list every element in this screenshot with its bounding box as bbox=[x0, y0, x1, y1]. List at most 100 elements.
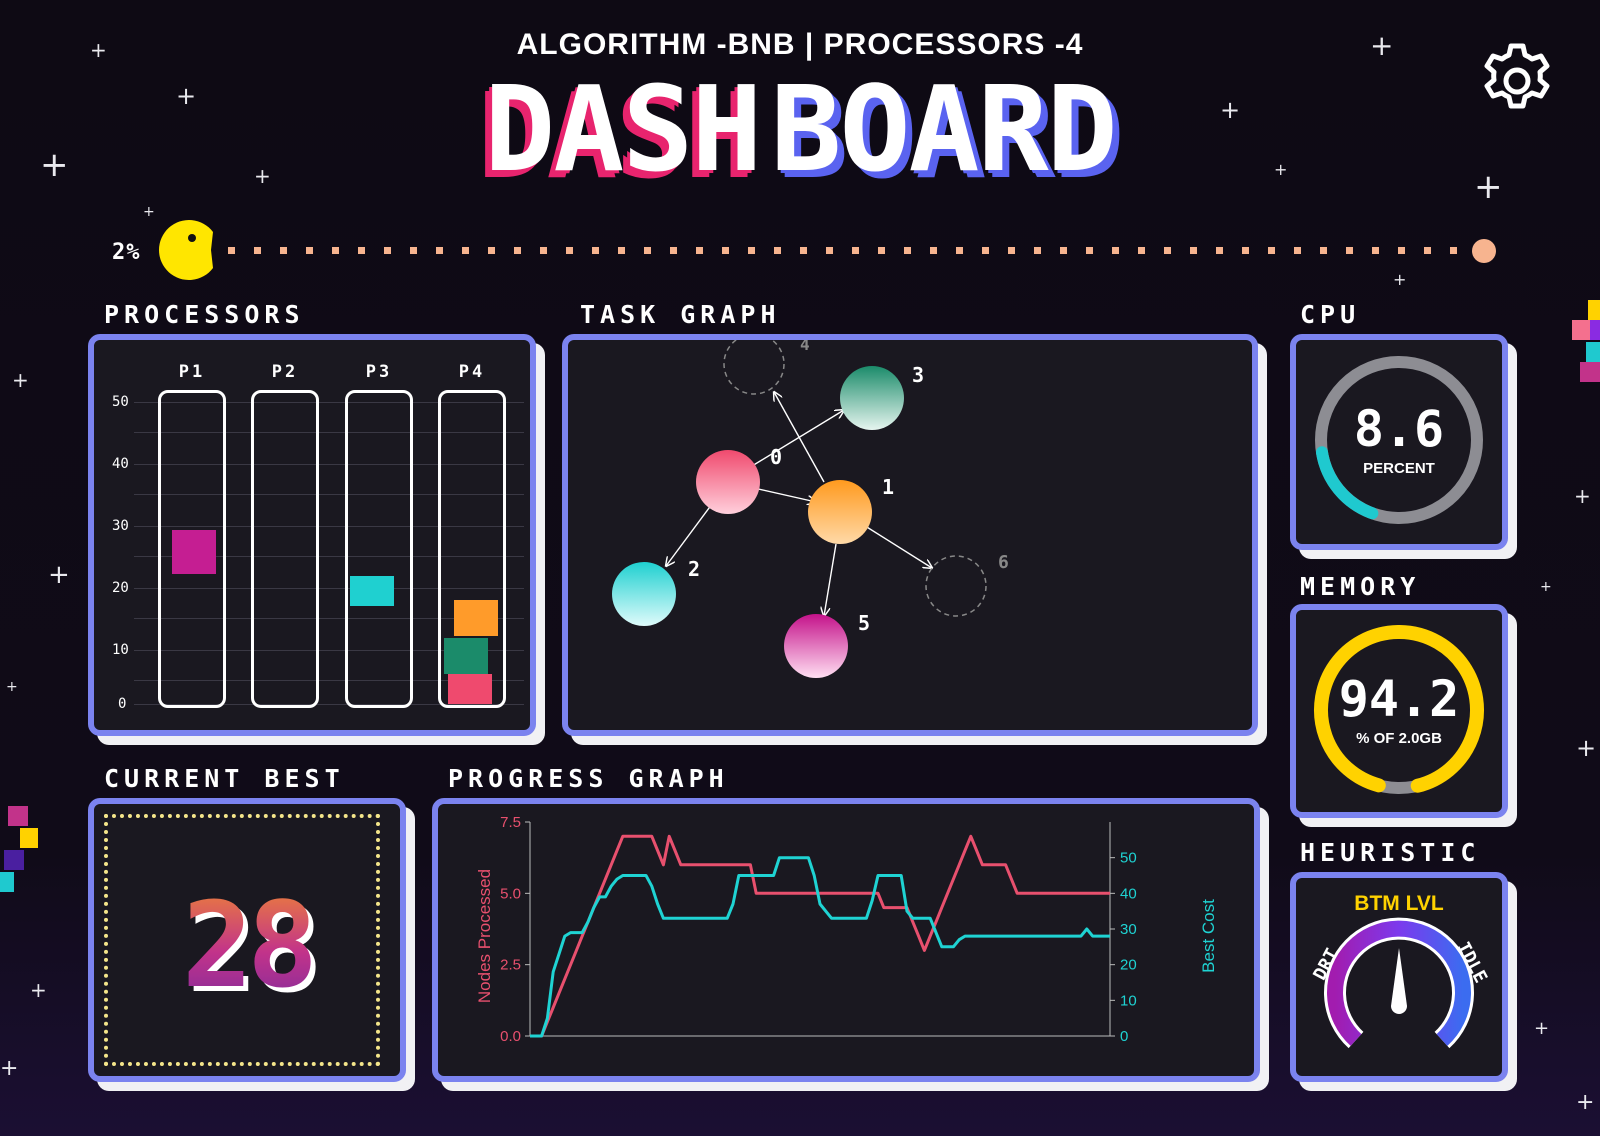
task-graph-label: TASK GRAPH bbox=[580, 300, 781, 329]
progress-dot bbox=[1294, 247, 1301, 254]
progress-dot bbox=[982, 247, 989, 254]
progress-dot bbox=[358, 247, 365, 254]
current-best-panel: 28 bbox=[88, 798, 406, 1082]
processors-label: PROCESSORS bbox=[104, 300, 305, 329]
y2-tick-label: 30 bbox=[1120, 921, 1137, 938]
y2-tick-label: 20 bbox=[1120, 957, 1137, 974]
cpu-value: 8.6 bbox=[1353, 400, 1445, 458]
task-node-3 bbox=[840, 366, 904, 430]
progress-dot bbox=[800, 247, 807, 254]
progress-dot bbox=[306, 247, 313, 254]
progress-dot bbox=[956, 247, 963, 254]
y-tick-label: 0.0 bbox=[500, 1028, 521, 1045]
task-node-label: 6 bbox=[998, 552, 1009, 573]
task-node-2 bbox=[612, 562, 676, 626]
heuristic-label: HEURISTIC bbox=[1300, 838, 1481, 867]
progress-dot bbox=[1190, 247, 1197, 254]
y2-axis-label: Best Cost bbox=[1199, 899, 1218, 973]
progress-dot bbox=[410, 247, 417, 254]
progress-dot bbox=[1086, 247, 1093, 254]
progress-dot bbox=[1034, 247, 1041, 254]
processor-column-p2 bbox=[251, 390, 319, 708]
y-tick: 20 bbox=[112, 580, 129, 596]
sparkle-decoration: + bbox=[12, 368, 29, 392]
algorithm-subtitle: ALGORITHM -BNB | PROCESSORS -4 bbox=[516, 28, 1084, 61]
task-node-4 bbox=[723, 340, 785, 395]
y-tick: 30 bbox=[112, 518, 129, 534]
progress-dot bbox=[618, 247, 625, 254]
pacman-icon bbox=[159, 220, 213, 280]
progress-dot bbox=[670, 247, 677, 254]
task-block bbox=[350, 576, 394, 606]
progress-dot bbox=[332, 247, 339, 254]
pixel-decoration-left bbox=[0, 806, 40, 896]
cpu-panel: 8.6 PERCENT bbox=[1290, 334, 1508, 550]
y-tick: 40 bbox=[112, 456, 129, 472]
progress-dot bbox=[566, 247, 573, 254]
sparkle-decoration: + bbox=[143, 204, 155, 220]
memory-value: 94.2 bbox=[1338, 670, 1460, 728]
y2-tick-label: 40 bbox=[1120, 885, 1137, 902]
progress-dot bbox=[644, 247, 651, 254]
task-node-label: 5 bbox=[858, 611, 870, 635]
processor-header-p1: P1 bbox=[178, 362, 206, 382]
memory-unit: % OF 2.0GB bbox=[1356, 730, 1442, 747]
progress-label: 2% bbox=[112, 240, 141, 265]
progress-dot bbox=[280, 247, 287, 254]
task-node-label: 3 bbox=[912, 363, 924, 387]
sparkle-decoration: + bbox=[0, 1056, 19, 1081]
progress-dot bbox=[1450, 247, 1457, 254]
sparkle-decoration: + bbox=[1540, 579, 1552, 595]
progress-end-dot bbox=[1472, 239, 1496, 263]
heuristic-panel: BTM LVL DRT IDLE bbox=[1290, 872, 1508, 1082]
series-line-best-cost bbox=[530, 856, 1110, 1038]
progress-dot bbox=[1008, 247, 1015, 254]
y-tick-label: 5.0 bbox=[500, 885, 521, 902]
y-tick: 50 bbox=[112, 394, 129, 410]
progress-dot bbox=[1372, 247, 1379, 254]
y2-tick-label: 50 bbox=[1120, 850, 1137, 867]
current-best-value: 28 bbox=[94, 876, 400, 1014]
task-node-6 bbox=[925, 555, 987, 617]
progress-dot bbox=[592, 247, 599, 254]
title-part-dash: DASH bbox=[484, 60, 762, 198]
progress-dot bbox=[826, 247, 833, 254]
progress-dot bbox=[1320, 247, 1327, 254]
task-node-1 bbox=[808, 480, 872, 544]
progress-dot bbox=[228, 247, 235, 254]
processors-panel: 50 40 30 20 10 0 P1 P2 P3 P4 bbox=[88, 334, 536, 736]
pixel-decoration-right bbox=[1568, 300, 1600, 390]
task-node-0 bbox=[696, 450, 760, 514]
y-tick-label: 2.5 bbox=[500, 957, 521, 974]
progress-dot bbox=[1424, 247, 1431, 254]
settings-button[interactable] bbox=[1478, 42, 1556, 120]
task-block bbox=[172, 530, 216, 574]
processor-header-p4: P4 bbox=[458, 362, 486, 382]
sparkle-decoration: + bbox=[1576, 1090, 1595, 1115]
progress-dot bbox=[1164, 247, 1171, 254]
cpu-unit: PERCENT bbox=[1363, 460, 1435, 477]
progress-dot bbox=[540, 247, 547, 254]
progress-dot bbox=[774, 247, 781, 254]
progress-graph-panel: 0.0 2.5 5.0 7.5 0 10 20 30 40 50 Nodes Processed … bbox=[432, 798, 1260, 1082]
task-block bbox=[448, 674, 492, 704]
memory-label: MEMORY bbox=[1300, 572, 1421, 601]
progress-dot bbox=[436, 247, 443, 254]
task-node-label: 1 bbox=[882, 475, 894, 499]
processor-header-p2: P2 bbox=[271, 362, 299, 382]
progress-dot bbox=[1242, 247, 1249, 254]
gear-icon bbox=[1484, 43, 1550, 109]
processor-column-p3 bbox=[345, 390, 413, 708]
page-title: DASHBOARD bbox=[0, 70, 1600, 188]
progress-dot bbox=[1398, 247, 1405, 254]
progress-dot bbox=[1138, 247, 1145, 254]
task-edge bbox=[824, 543, 837, 616]
y-axis-label: Nodes Processed bbox=[475, 869, 494, 1003]
task-block bbox=[444, 638, 488, 674]
title-part-board: BOARD bbox=[770, 60, 1117, 198]
y2-tick-label: 10 bbox=[1120, 992, 1137, 1009]
progress-dot bbox=[852, 247, 859, 254]
cpu-label: CPU bbox=[1300, 300, 1361, 329]
sparkle-decoration: + bbox=[6, 679, 18, 695]
progress-track bbox=[148, 220, 1498, 280]
